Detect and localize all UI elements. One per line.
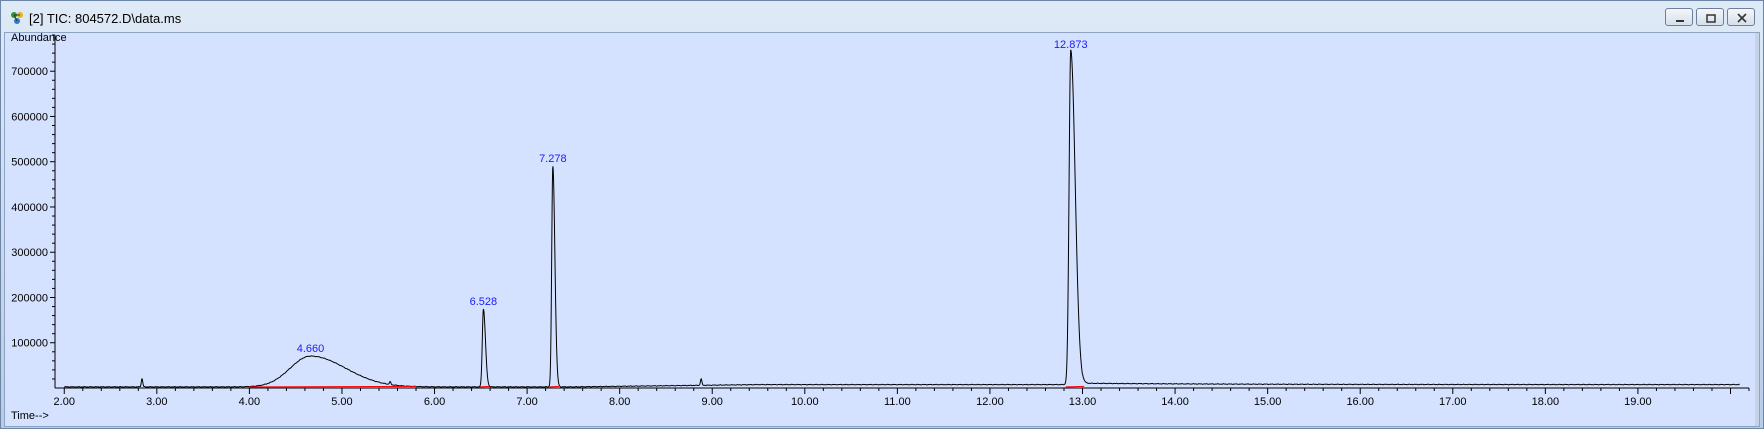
y-axis-label: Abundance — [11, 33, 67, 44]
x-tick-label: 8.00 — [609, 396, 630, 408]
peak-label: 6.528 — [470, 296, 498, 308]
chart-area[interactable]: 100000 200000 300000 400000 500000 600000 7000… — [4, 32, 1760, 427]
x-tick-label: 15.00 — [1254, 396, 1282, 408]
close-button[interactable] — [1727, 8, 1755, 26]
x-tick-label: 10.00 — [791, 396, 819, 408]
x-tick-label: 16.00 — [1346, 396, 1374, 408]
x-tick-label: 13.00 — [1069, 396, 1097, 408]
chromatogram-chart: 100000 200000 300000 400000 500000 600000 7000… — [11, 33, 1750, 422]
chromatogram-window: [2] TIC: 804572.D\data.ms 100000 200000 30… — [0, 0, 1764, 429]
x-tick-label: 14.00 — [1161, 396, 1189, 408]
window-title: [2] TIC: 804572.D\data.ms — [29, 11, 182, 26]
x-tick-label: 4.00 — [239, 396, 260, 408]
close-icon — [1737, 13, 1747, 23]
x-tick-label: 5.00 — [331, 396, 352, 408]
x-tick-label: 19.00 — [1624, 396, 1652, 408]
tic-trace — [64, 49, 1740, 388]
y-tick-label: 600000 — [11, 111, 48, 123]
right-edge — [1755, 33, 1759, 426]
x-tick-label: 11.00 — [884, 396, 911, 408]
peak-label: 12.873 — [1054, 39, 1088, 51]
x-tick-label: 12.00 — [976, 396, 1004, 408]
y-tick-label: 700000 — [11, 66, 48, 78]
x-tick-label: 17.00 — [1439, 396, 1467, 408]
restore-button[interactable] — [1696, 8, 1724, 26]
title-bar[interactable]: [2] TIC: 804572.D\data.ms — [1, 1, 1763, 33]
peak-label: 7.278 — [539, 153, 567, 165]
x-axis-label: Time--> — [11, 410, 49, 422]
restore-icon — [1706, 14, 1716, 23]
x-tick-label: 2.00 — [54, 396, 75, 408]
window-controls — [1665, 8, 1755, 28]
peak-label: 4.660 — [297, 343, 325, 355]
x-tick-label: 3.00 — [146, 396, 167, 408]
x-tick-label: 9.00 — [702, 396, 723, 408]
x-tick-label: 18.00 — [1532, 396, 1560, 408]
y-tick-label: 200000 — [11, 292, 48, 304]
chemstation-molecule-icon — [9, 10, 25, 26]
minimize-button[interactable] — [1665, 8, 1693, 26]
y-tick-label: 500000 — [11, 157, 48, 169]
minimize-icon — [1676, 20, 1684, 22]
y-tick-label: 300000 — [11, 247, 48, 259]
x-tick-label: 7.00 — [516, 396, 537, 408]
y-tick-label: 400000 — [11, 202, 48, 214]
y-tick-label: 100000 — [11, 338, 48, 350]
x-tick-label: 6.00 — [424, 396, 445, 408]
